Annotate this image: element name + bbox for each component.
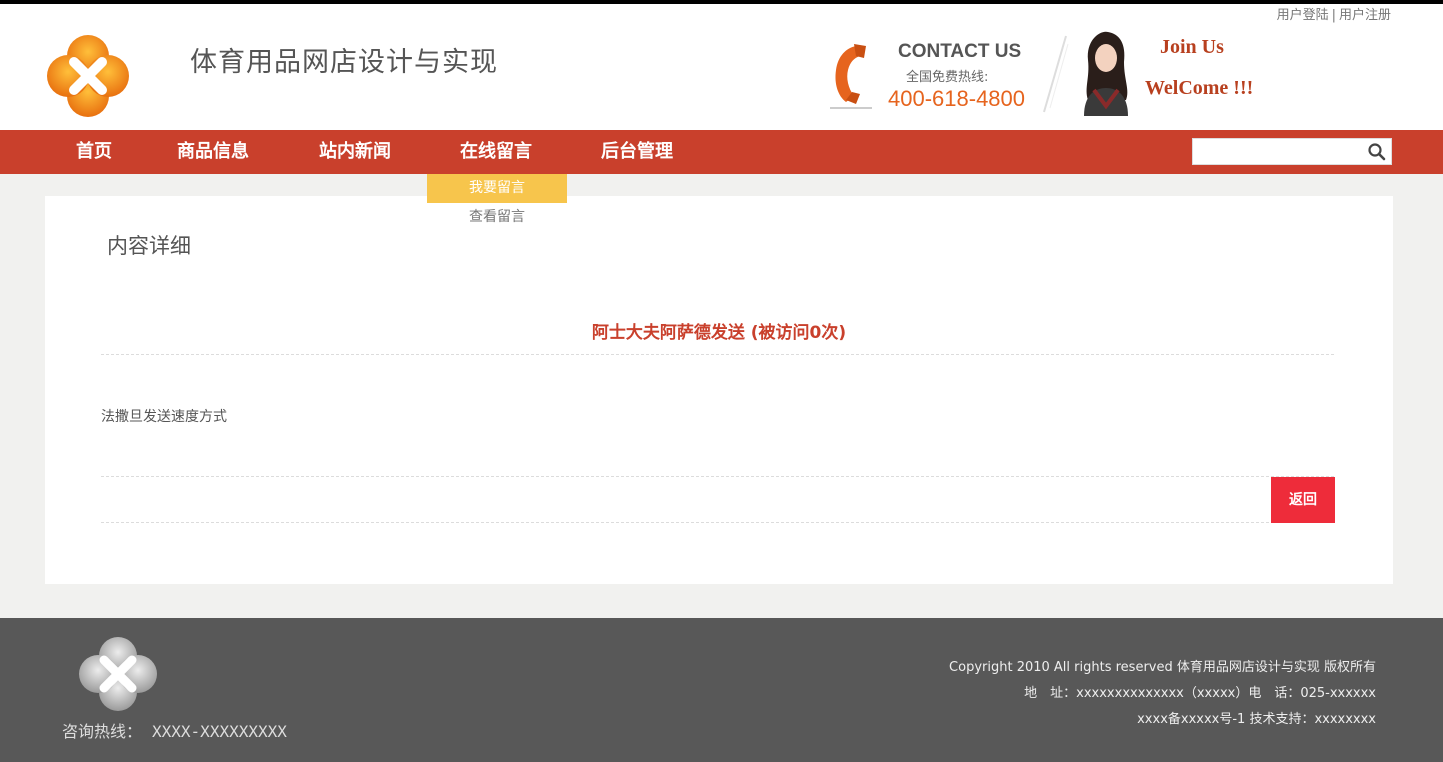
footer-logo-icon bbox=[79, 637, 157, 711]
messages-dropdown: 我要留言 查看留言 bbox=[427, 174, 567, 232]
nav-item-home[interactable]: 首页 bbox=[76, 130, 112, 174]
auth-separator: | bbox=[1331, 8, 1336, 23]
join-us-text: Join Us bbox=[1160, 36, 1224, 58]
divider bbox=[101, 476, 1334, 477]
nav-item-messages[interactable]: 在线留言 bbox=[460, 130, 532, 174]
main-nav: 首页 商品信息 站内新闻 在线留言 后台管理 bbox=[0, 130, 1443, 174]
footer-copyright: Copyright 2010 All rights reserved 体育用品网… bbox=[949, 660, 1376, 675]
dropdown-item-view-messages[interactable]: 查看留言 bbox=[427, 203, 567, 232]
nav-item-news[interactable]: 站内新闻 bbox=[319, 130, 391, 174]
phone-number: 400-618-4800 bbox=[888, 86, 1026, 111]
contact-label: CONTACT US bbox=[898, 41, 1022, 62]
header-divider bbox=[1043, 35, 1069, 113]
divider bbox=[101, 522, 1334, 523]
footer-hotline-number: XXXX-XXXXXXXXX bbox=[152, 722, 287, 741]
nav-item-products[interactable]: 商品信息 bbox=[177, 130, 249, 174]
welcome-text: WelCome !!! bbox=[1145, 77, 1254, 99]
content-panel: 内容详细 阿士大夫阿萨德发送 (被访问0次) 法撒旦发送速度方式 返回 bbox=[45, 196, 1393, 584]
login-link[interactable]: 用户登陆 bbox=[1277, 8, 1329, 23]
nav-item-admin[interactable]: 后台管理 bbox=[601, 130, 673, 174]
header: 用户登陆 | 用户注册 体育用品网店设计与实现 CONTACT US 全国免费热线:… bbox=[0, 4, 1443, 130]
divider bbox=[101, 354, 1334, 355]
back-button[interactable]: 返回 bbox=[1271, 477, 1335, 523]
avatar bbox=[1084, 31, 1128, 116]
site-title: 体育用品网店设计与实现 bbox=[190, 47, 498, 78]
footer-hotline: 咨询热线： XXXX-XXXXXXXXX bbox=[62, 718, 287, 742]
search-icon[interactable] bbox=[1367, 142, 1387, 162]
footer: 咨询热线： XXXX-XXXXXXXXX Copyright 2010 All r… bbox=[0, 618, 1443, 762]
auth-links: 用户登陆 | 用户注册 bbox=[1277, 4, 1391, 23]
hotline-label: 全国免费热线: bbox=[906, 70, 989, 85]
search-box bbox=[1192, 138, 1392, 165]
footer-icp: xxxx备xxxxx号-1 技术支持：xxxxxxxx bbox=[1137, 712, 1376, 727]
logo-icon[interactable] bbox=[46, 34, 130, 118]
search-input[interactable] bbox=[1193, 139, 1361, 164]
section-title: 内容详细 bbox=[107, 234, 191, 258]
footer-address: 地 址：xxxxxxxxxxxxxx（xxxxx）电 话：025-xxxxxx bbox=[1024, 686, 1376, 701]
footer-hotline-label: 咨询热线： bbox=[62, 722, 143, 741]
article-title: 阿士大夫阿萨德发送 (被访问0次) bbox=[591, 323, 847, 343]
article-body: 法撒旦发送速度方式 bbox=[101, 409, 227, 425]
register-link[interactable]: 用户注册 bbox=[1339, 8, 1391, 23]
dropdown-item-leave-message[interactable]: 我要留言 bbox=[427, 174, 567, 203]
phone-icon bbox=[830, 44, 872, 109]
